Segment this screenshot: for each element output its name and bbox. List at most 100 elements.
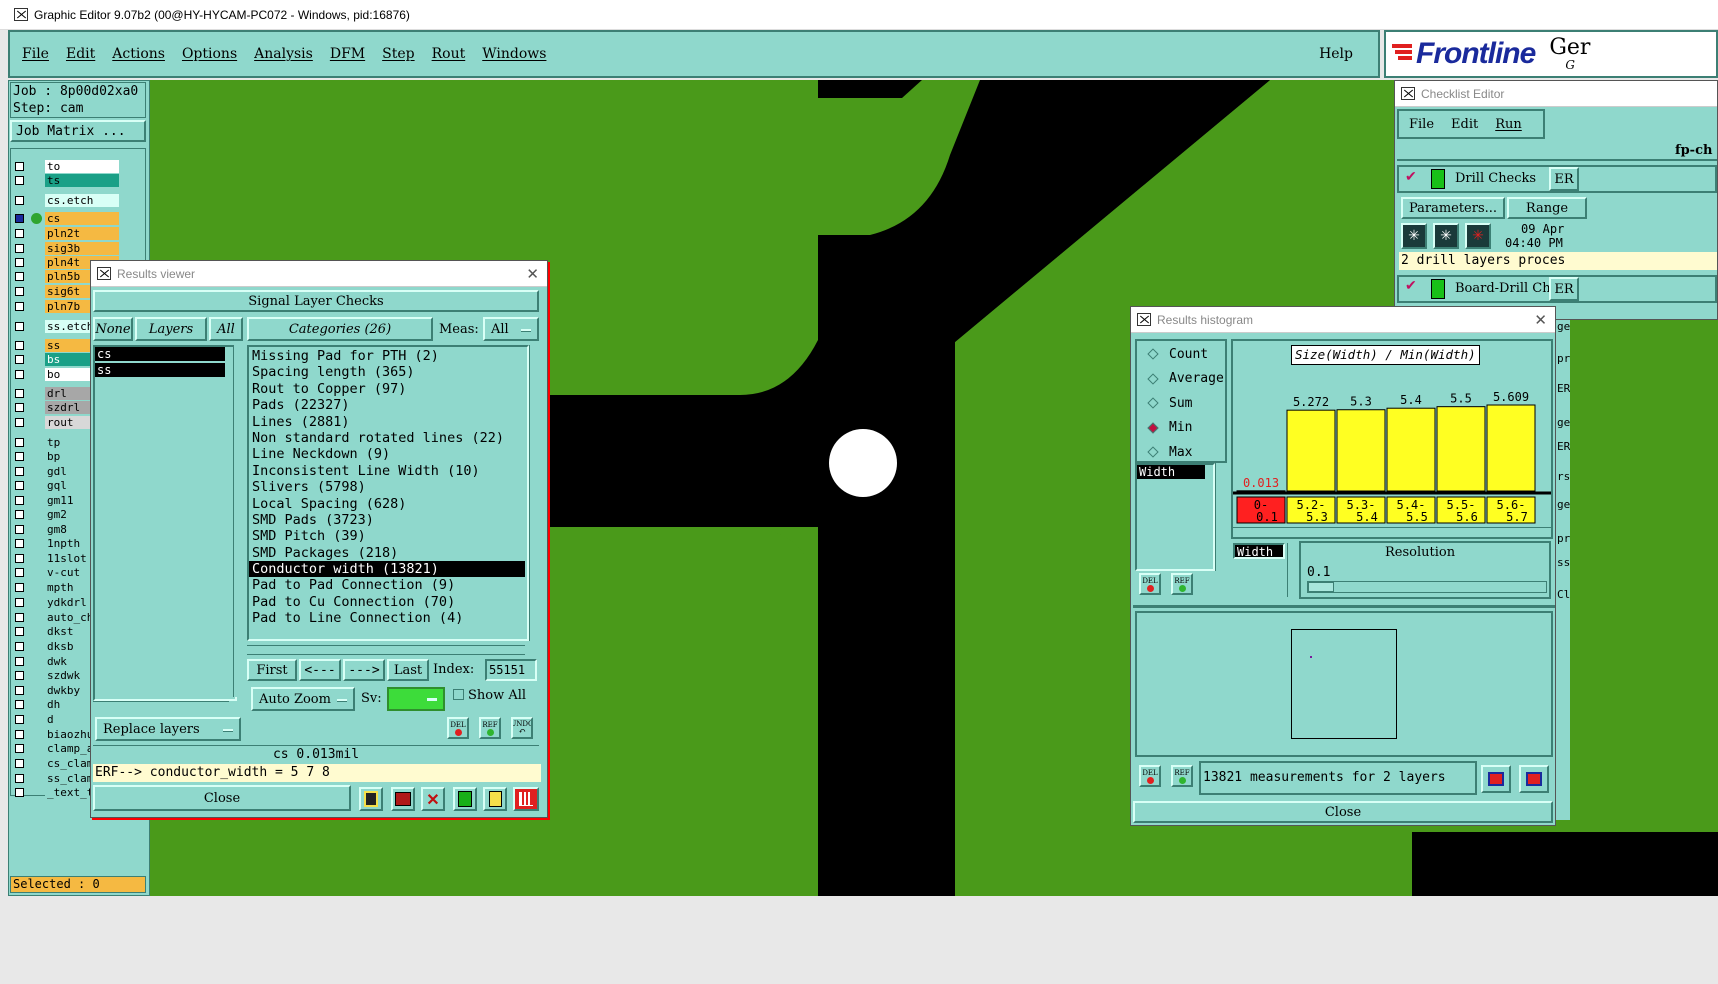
first-button[interactable]: First bbox=[247, 659, 297, 681]
layer-checkbox[interactable] bbox=[15, 321, 24, 331]
resolution-slider-thumb[interactable] bbox=[1308, 582, 1334, 592]
menu-actions[interactable]: Actions bbox=[112, 46, 165, 62]
checklist-menu-edit[interactable]: Edit bbox=[1451, 117, 1478, 132]
undo-button[interactable]: UNDO ↶ bbox=[511, 717, 533, 739]
run-icon-2[interactable]: ✳ bbox=[1433, 223, 1459, 249]
del-button[interactable]: DEL bbox=[447, 717, 469, 739]
layer-checkbox[interactable] bbox=[15, 612, 24, 622]
layer-checkbox[interactable] bbox=[15, 369, 24, 379]
mode-radio-min[interactable]: Min bbox=[1137, 416, 1225, 441]
histogram-bar[interactable] bbox=[1486, 404, 1536, 492]
category-item[interactable]: SMD Pitch (39) bbox=[249, 528, 527, 544]
menu-windows[interactable]: Windows bbox=[482, 46, 546, 62]
results-viewer-close-icon[interactable]: ✕ bbox=[526, 265, 539, 283]
layer-list-scrollbar[interactable] bbox=[233, 345, 243, 697]
screen-capture-icon[interactable] bbox=[391, 787, 415, 811]
layer-checkbox[interactable] bbox=[15, 743, 24, 753]
category-item[interactable]: Conductor width (13821) bbox=[249, 561, 525, 578]
hist-del-button[interactable]: DEL bbox=[1139, 573, 1161, 595]
histogram-scrollbar[interactable] bbox=[1233, 527, 1551, 537]
layer-name[interactable]: cs bbox=[45, 211, 119, 225]
result-layer-ss[interactable]: ss bbox=[95, 363, 225, 377]
layer-row-to[interactable]: to bbox=[11, 159, 145, 173]
cross-out-icon[interactable]: ✕ bbox=[421, 787, 445, 811]
layer-checkbox[interactable] bbox=[15, 597, 24, 607]
layer-checkbox[interactable] bbox=[15, 495, 24, 505]
layers-button[interactable]: Layers bbox=[135, 317, 207, 341]
parameters-button[interactable]: Parameters... bbox=[1401, 197, 1505, 219]
run-icon-3[interactable]: ✳ bbox=[1465, 223, 1491, 249]
histogram-icon[interactable] bbox=[513, 787, 539, 811]
layer-checkbox[interactable] bbox=[15, 553, 24, 563]
categories-button[interactable]: Categories (26) bbox=[247, 317, 433, 341]
category-item[interactable]: SMD Pads (3723) bbox=[249, 512, 527, 528]
layer-checkbox[interactable] bbox=[15, 257, 24, 267]
category-item[interactable]: Slivers (5798) bbox=[249, 479, 527, 495]
category-item[interactable]: Lines (2881) bbox=[249, 414, 527, 430]
category-item[interactable]: Inconsistent Line Width (10) bbox=[249, 463, 527, 479]
layer-checkbox[interactable] bbox=[15, 161, 24, 171]
ref-button[interactable]: REF bbox=[479, 717, 501, 739]
mode-radio-average[interactable]: Average bbox=[1137, 367, 1225, 392]
layer-checkbox[interactable] bbox=[15, 656, 24, 666]
last-button[interactable]: Last bbox=[387, 659, 429, 681]
layer-checkbox[interactable] bbox=[15, 758, 24, 768]
categories-scrollbar[interactable] bbox=[529, 345, 539, 641]
layer-checkbox[interactable] bbox=[15, 538, 24, 548]
category-item[interactable]: Pad to Pad Connection (9) bbox=[249, 577, 527, 593]
category-item[interactable]: Line Neckdown (9) bbox=[249, 446, 527, 462]
layer-checkbox[interactable] bbox=[15, 451, 24, 461]
categories-hscrollbar[interactable] bbox=[247, 645, 525, 655]
categories-list[interactable]: Missing Pad for PTH (2) Spacing length (3… bbox=[247, 345, 529, 641]
preview-ref-button[interactable]: REF bbox=[1171, 765, 1193, 787]
menu-file[interactable]: File bbox=[22, 46, 49, 62]
menu-step[interactable]: Step bbox=[382, 46, 414, 62]
prev-button[interactable]: <--- bbox=[299, 659, 341, 681]
layer-row-sig3b[interactable]: sig3b bbox=[11, 241, 145, 255]
category-item[interactable]: Missing Pad for PTH (2) bbox=[249, 348, 527, 364]
run-icon-1[interactable]: ✳ bbox=[1401, 223, 1427, 249]
menu-rout[interactable]: Rout bbox=[432, 46, 466, 62]
category-item[interactable]: Local Spacing (628) bbox=[249, 496, 527, 512]
mode-radio-count[interactable]: Count bbox=[1137, 342, 1225, 367]
histogram-bar[interactable] bbox=[1286, 409, 1336, 492]
zoom-out-icon[interactable] bbox=[1519, 765, 1549, 793]
histogram-bar[interactable] bbox=[1336, 409, 1386, 492]
layer-checkbox[interactable] bbox=[15, 480, 24, 490]
layer-checkbox[interactable] bbox=[15, 243, 24, 253]
menu-dfm[interactable]: DFM bbox=[330, 46, 365, 62]
checklist-menu-run[interactable]: Run bbox=[1495, 117, 1522, 132]
layer-checkbox[interactable] bbox=[15, 699, 24, 709]
layer-checkbox[interactable] bbox=[15, 213, 24, 223]
layer-row-cs[interactable]: cs bbox=[11, 211, 145, 225]
measure-tool-icon[interactable] bbox=[359, 787, 383, 811]
resolution-scroll[interactable] bbox=[1287, 543, 1297, 597]
layer-checkbox[interactable] bbox=[15, 626, 24, 636]
layer-checkbox[interactable] bbox=[15, 567, 24, 577]
preview-del-button[interactable]: DEL bbox=[1139, 765, 1161, 787]
menu-help[interactable]: Help bbox=[1319, 46, 1353, 62]
layer-checkbox[interactable] bbox=[15, 787, 24, 797]
category-item[interactable]: Pads (22327) bbox=[249, 397, 527, 413]
layer-checkbox[interactable] bbox=[15, 524, 24, 534]
range-button[interactable]: Range bbox=[1507, 197, 1587, 219]
replace-layers-dropdown[interactable]: Replace layers bbox=[95, 717, 241, 741]
layer-checkbox[interactable] bbox=[15, 670, 24, 680]
layer-checkbox[interactable] bbox=[15, 228, 24, 238]
layer-checkbox[interactable] bbox=[15, 582, 24, 592]
layer-name[interactable]: to bbox=[45, 159, 119, 173]
layer-checkbox[interactable] bbox=[15, 641, 24, 651]
measure-scrollbar[interactable] bbox=[1215, 463, 1225, 571]
layer-name[interactable]: cs.etch bbox=[45, 193, 119, 207]
resolution-slider[interactable] bbox=[1307, 581, 1547, 593]
category-item[interactable]: Pad to Cu Connection (70) bbox=[249, 594, 527, 610]
layer-checkbox[interactable] bbox=[15, 466, 24, 476]
layer-checkbox[interactable] bbox=[15, 301, 24, 311]
layer-list-hscrollbar[interactable] bbox=[93, 701, 229, 711]
layer-checkbox[interactable] bbox=[15, 175, 24, 185]
layer-checkbox[interactable] bbox=[15, 437, 24, 447]
layer-row-cs.etch[interactable]: cs.etch bbox=[11, 193, 145, 207]
resolution-measure[interactable]: Width bbox=[1233, 543, 1285, 559]
job-matrix-button[interactable]: Job Matrix ... bbox=[10, 120, 146, 142]
layer-row-ts[interactable]: ts bbox=[11, 173, 145, 187]
